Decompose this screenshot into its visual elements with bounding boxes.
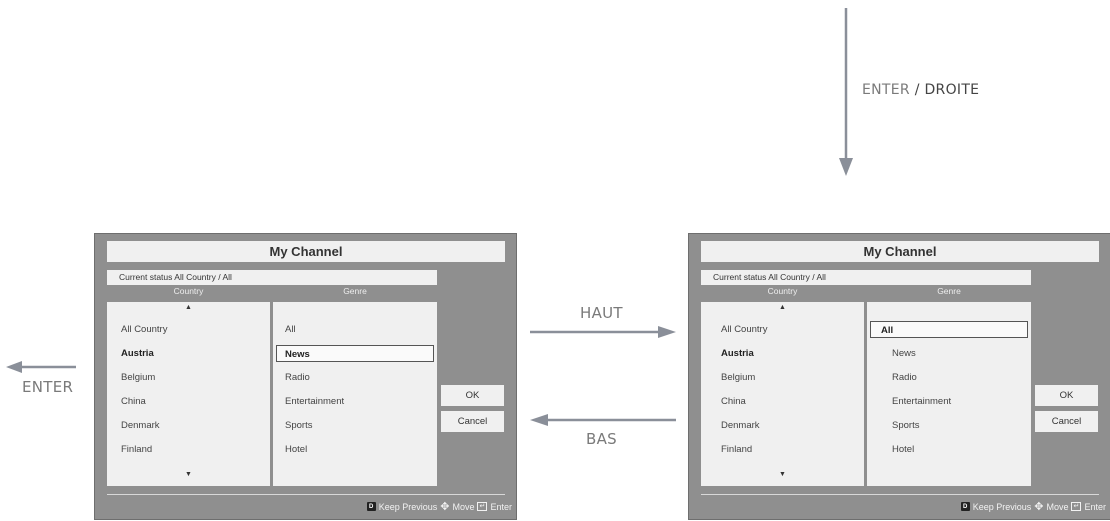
genre-item-entertainment[interactable]: Entertainment [285, 393, 344, 410]
genre-item-sports[interactable]: Sports [285, 417, 312, 434]
bas-label: BAS [586, 430, 617, 448]
country-item-all-country[interactable]: All Country [121, 321, 167, 338]
country-item-denmark[interactable]: Denmark [121, 417, 160, 434]
enter-icon: ↵ [1071, 502, 1082, 511]
genre-list[interactable]: All News Radio Entertainment Sports Hote… [273, 302, 437, 486]
country-item-denmark[interactable]: Denmark [721, 417, 760, 434]
keep-previous-hint: Keep Previous [972, 501, 1032, 512]
footer-hints: D Keep Previous ✥ Move ↵ Enter [960, 500, 1106, 513]
country-header: Country [767, 286, 798, 296]
move-hint: Move [1046, 501, 1069, 512]
scroll-down-icon[interactable]: ▼ [779, 471, 786, 478]
left-arrow-icon [6, 361, 76, 373]
ok-button[interactable]: OK [1035, 385, 1098, 406]
current-status: Current status All Country / All [107, 270, 437, 285]
genre-item-radio[interactable]: Radio [892, 369, 917, 386]
current-status: Current status All Country / All [701, 270, 1031, 285]
haut-label: HAUT [580, 304, 623, 322]
country-item-austria[interactable]: Austria [121, 345, 154, 362]
scroll-up-icon[interactable]: ▲ [185, 304, 192, 311]
genre-item-all[interactable]: All [870, 321, 1028, 338]
country-item-belgium[interactable]: Belgium [121, 369, 155, 386]
genre-list[interactable]: All News Radio Entertainment Sports Hote… [867, 302, 1031, 486]
country-item-finland[interactable]: Finland [721, 441, 752, 458]
d-key-icon: D [366, 502, 376, 511]
d-key-icon: D [960, 502, 970, 511]
genre-item-all[interactable]: All [285, 321, 296, 338]
enter-hint: Enter [490, 501, 512, 512]
country-item-belgium[interactable]: Belgium [721, 369, 755, 386]
my-channel-dialog-right: My Channel Current status All Country / … [688, 233, 1110, 520]
enter-left-label: ENTER [22, 378, 74, 396]
keep-previous-hint: Keep Previous [378, 501, 438, 512]
dialog-title: My Channel [701, 241, 1099, 262]
ok-button[interactable]: OK [441, 385, 504, 406]
country-header: Country [173, 286, 204, 296]
genre-item-news[interactable]: News [276, 345, 434, 362]
dialog-title: My Channel [107, 241, 505, 262]
enter-icon: ↵ [477, 502, 488, 511]
down-arrow-icon [839, 8, 853, 176]
genre-item-radio[interactable]: Radio [285, 369, 310, 386]
genre-header: Genre [937, 286, 961, 296]
genre-item-entertainment[interactable]: Entertainment [892, 393, 951, 410]
scroll-down-icon[interactable]: ▼ [185, 471, 192, 478]
footer-hints: D Keep Previous ✥ Move ↵ Enter [366, 500, 512, 513]
country-item-finland[interactable]: Finland [121, 441, 152, 458]
move-hint: Move [452, 501, 475, 512]
country-list[interactable]: ▲ All Country Austria Belgium China Denm… [107, 302, 270, 486]
genre-header: Genre [343, 286, 367, 296]
genre-item-hotel[interactable]: Hotel [892, 441, 914, 458]
scroll-up-icon[interactable]: ▲ [779, 304, 786, 311]
footer-divider [107, 494, 505, 495]
move-icon: ✥ [440, 501, 450, 513]
country-item-austria[interactable]: Austria [721, 345, 754, 362]
genre-item-hotel[interactable]: Hotel [285, 441, 307, 458]
cancel-button[interactable]: Cancel [441, 411, 504, 432]
left-arrow-icon [530, 414, 676, 426]
enter-droite-label: ENTER / DROITE [862, 82, 980, 98]
country-item-all-country[interactable]: All Country [721, 321, 767, 338]
cancel-button[interactable]: Cancel [1035, 411, 1098, 432]
genre-item-news[interactable]: News [892, 345, 916, 362]
move-icon: ✥ [1034, 501, 1044, 513]
right-arrow-icon [530, 326, 676, 338]
country-item-china[interactable]: China [721, 393, 746, 410]
enter-hint: Enter [1084, 501, 1106, 512]
footer-divider [701, 494, 1099, 495]
country-list[interactable]: ▲ All Country Austria Belgium China Denm… [701, 302, 864, 486]
genre-item-sports[interactable]: Sports [892, 417, 919, 434]
country-item-china[interactable]: China [121, 393, 146, 410]
my-channel-dialog-left: My Channel Current status All Country / … [94, 233, 517, 520]
